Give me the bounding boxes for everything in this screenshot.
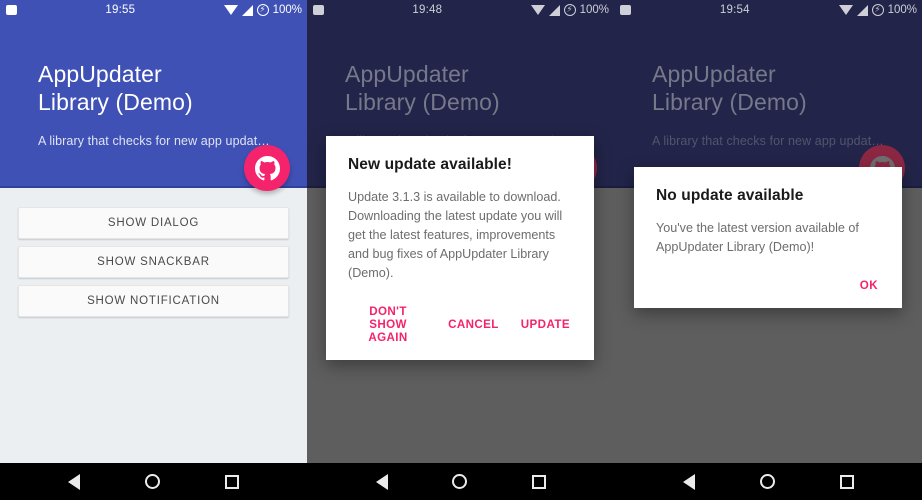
clock-label: 19:54 bbox=[719, 4, 750, 16]
battery-percent-label: 100% bbox=[272, 4, 302, 16]
status-bar: 19:54 100% bbox=[614, 0, 922, 20]
recents-icon[interactable] bbox=[224, 474, 239, 489]
home-icon[interactable] bbox=[452, 474, 468, 489]
ok-button[interactable]: OK bbox=[858, 275, 880, 296]
status-bar-clock: 19:54 bbox=[631, 4, 839, 16]
nav-section-1 bbox=[0, 463, 307, 500]
home-icon[interactable] bbox=[145, 474, 161, 489]
app-title-line1: AppUpdater bbox=[38, 61, 162, 87]
dialog-message: You've the latest version available of A… bbox=[656, 221, 859, 254]
status-bar-left bbox=[313, 5, 324, 15]
app-title: AppUpdater Library (Demo) bbox=[652, 60, 922, 116]
cancel-button[interactable]: CANCEL bbox=[446, 314, 501, 335]
battery-charging-icon bbox=[563, 3, 576, 16]
dialog-title: No update available bbox=[656, 187, 804, 204]
phone-panel-home: 19:55 100% AppUpdater Library (Demo) A l… bbox=[0, 0, 307, 500]
github-fab-button[interactable] bbox=[244, 145, 290, 191]
app-title-line1: AppUpdater bbox=[345, 61, 469, 87]
dialog-actions: OK bbox=[656, 275, 880, 296]
status-bar-right: 100% bbox=[223, 3, 302, 16]
show-dialog-button[interactable]: SHOW DIALOG bbox=[18, 207, 289, 239]
android-navigation-bar bbox=[0, 463, 922, 500]
dialog-title: New update available! bbox=[348, 156, 513, 173]
notification-icon bbox=[620, 5, 631, 15]
show-snackbar-button[interactable]: SHOW SNACKBAR bbox=[18, 246, 289, 278]
cellular-signal-icon bbox=[856, 4, 868, 16]
notification-icon bbox=[313, 5, 324, 15]
app-title: AppUpdater Library (Demo) bbox=[345, 60, 614, 116]
dialog-actions: DON'T SHOW AGAIN CANCEL UPDATE bbox=[348, 301, 572, 348]
status-bar-right: 100% bbox=[838, 3, 917, 16]
clock-label: 19:48 bbox=[412, 4, 443, 16]
status-bar: 19:48 100% bbox=[307, 0, 614, 20]
nav-section-2 bbox=[307, 463, 614, 500]
battery-charging-icon bbox=[256, 3, 269, 16]
new-update-dialog: New update available! Update 3.1.3 is av… bbox=[326, 136, 594, 360]
app-title-line2: Library (Demo) bbox=[652, 89, 807, 115]
dialog-message: Update 3.1.3 is available to download. D… bbox=[348, 190, 563, 280]
screenshot-root: 19:55 100% AppUpdater Library (Demo) A l… bbox=[0, 0, 922, 500]
status-bar-clock: 19:55 bbox=[17, 4, 224, 16]
github-icon bbox=[254, 155, 280, 180]
status-bar-right: 100% bbox=[530, 3, 609, 16]
app-title: AppUpdater Library (Demo) bbox=[38, 60, 307, 116]
dont-show-again-button[interactable]: DON'T SHOW AGAIN bbox=[348, 301, 428, 348]
status-bar-clock: 19:48 bbox=[324, 4, 531, 16]
battery-charging-icon bbox=[871, 3, 884, 16]
home-icon[interactable] bbox=[759, 474, 775, 489]
back-icon[interactable] bbox=[375, 473, 388, 490]
cellular-signal-icon bbox=[548, 4, 560, 16]
status-bar-left bbox=[6, 5, 17, 15]
update-button[interactable]: UPDATE bbox=[519, 314, 572, 335]
back-icon[interactable] bbox=[683, 473, 696, 490]
no-update-dialog: No update available You've the latest ve… bbox=[634, 167, 902, 308]
notification-icon bbox=[6, 5, 17, 15]
wifi-icon bbox=[223, 5, 238, 15]
app-title-line1: AppUpdater bbox=[652, 61, 776, 87]
battery-percent-label: 100% bbox=[887, 4, 917, 16]
app-title-line2: Library (Demo) bbox=[345, 89, 500, 115]
battery-percent-label: 100% bbox=[579, 4, 609, 16]
status-bar-left bbox=[620, 5, 631, 15]
app-title-line2: Library (Demo) bbox=[38, 89, 193, 115]
nav-section-3 bbox=[615, 463, 922, 500]
clock-label: 19:55 bbox=[105, 4, 136, 16]
show-notification-button[interactable]: SHOW NOTIFICATION bbox=[18, 285, 289, 317]
panel-body: SHOW DIALOG SHOW SNACKBAR SHOW NOTIFICAT… bbox=[0, 188, 307, 500]
wifi-icon bbox=[530, 5, 545, 15]
recents-icon[interactable] bbox=[532, 474, 547, 489]
wifi-icon bbox=[838, 5, 853, 15]
cellular-signal-icon bbox=[241, 4, 253, 16]
status-bar: 19:55 100% bbox=[0, 0, 307, 20]
back-icon[interactable] bbox=[68, 473, 81, 490]
recents-icon[interactable] bbox=[839, 474, 854, 489]
